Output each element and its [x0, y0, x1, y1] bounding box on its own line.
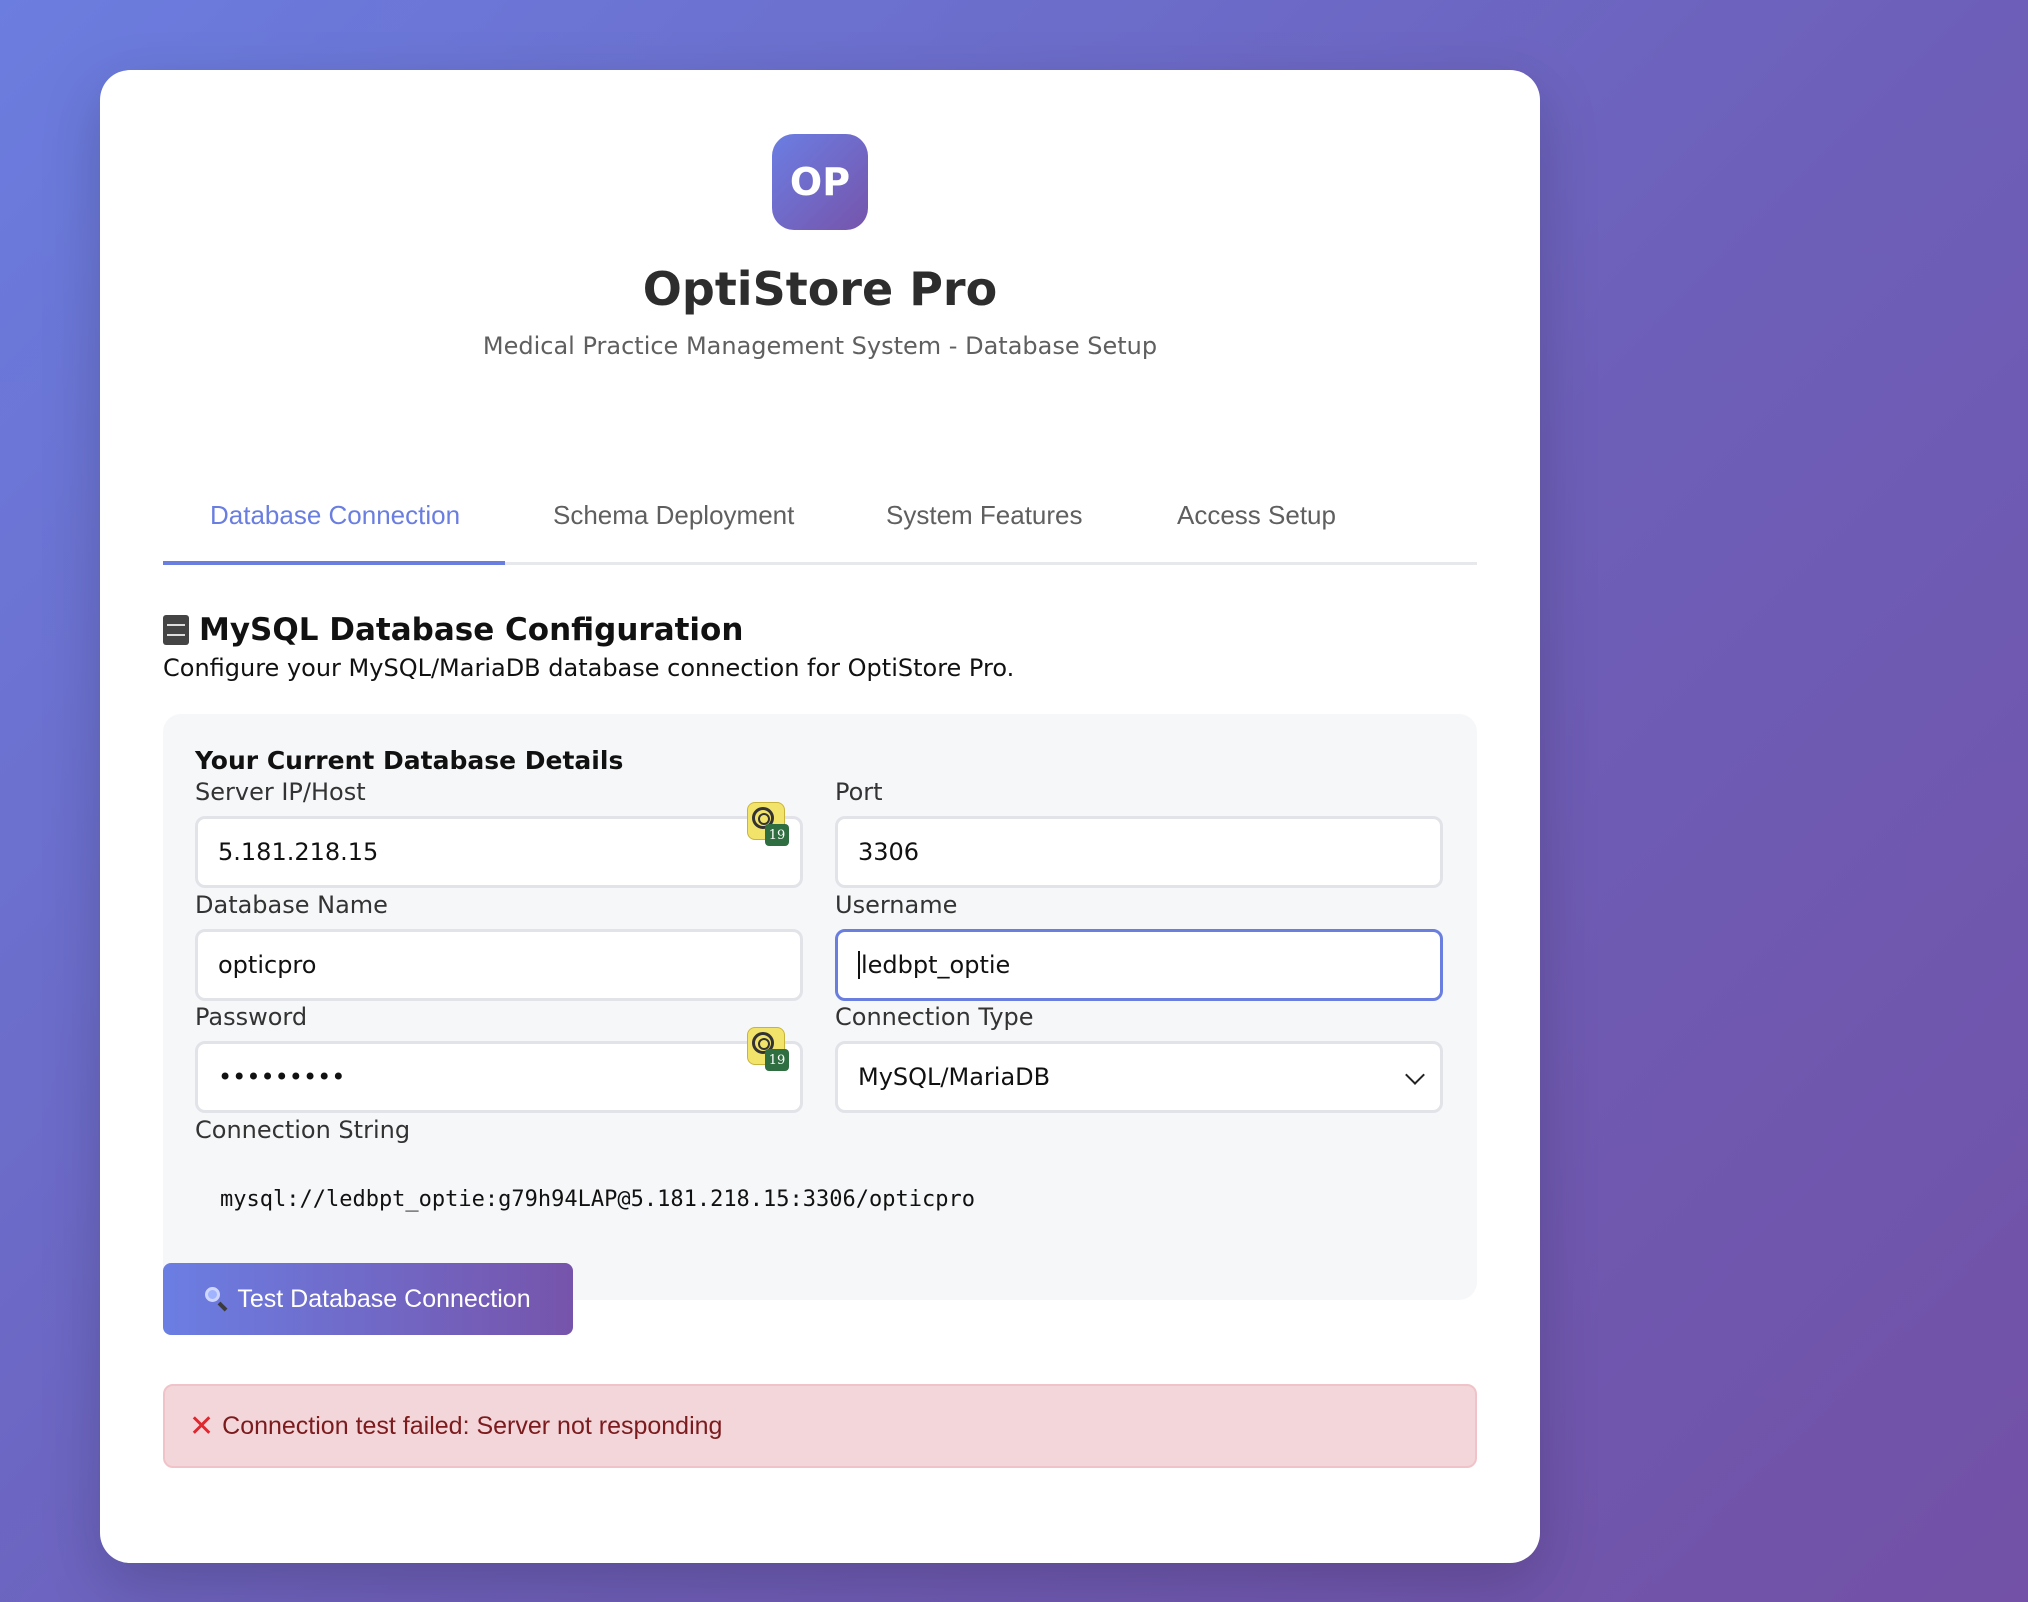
password-input[interactable]: ••••••••• — [195, 1041, 803, 1113]
server-host-value: 5.181.218.15 — [218, 838, 379, 866]
password-manager-count: 19 — [765, 1049, 789, 1071]
server-label: Server IP/Host — [195, 778, 366, 806]
connection-type-select[interactable]: MySQL/MariaDB — [835, 1041, 1443, 1113]
database-name-input[interactable]: opticpro — [195, 929, 803, 1001]
connection-type-value: MySQL/MariaDB — [858, 1063, 1051, 1091]
password-manager-count: 19 — [765, 824, 789, 846]
database-name-label: Database Name — [195, 891, 388, 919]
active-tab-indicator — [163, 561, 505, 565]
username-value: ledbpt_optie — [861, 951, 1011, 979]
username-input[interactable]: ledbpt_optie — [835, 929, 1443, 1001]
app-subtitle: Medical Practice Management System - Dat… — [482, 332, 1158, 360]
connection-string: mysql://ledbpt_optie:g79h94LAP@5.181.218… — [220, 1187, 975, 1212]
password-manager-icon[interactable]: 19 — [747, 1027, 789, 1073]
server-host-input[interactable]: 5.181.218.15 — [195, 816, 803, 888]
file-cabinet-icon — [163, 615, 189, 645]
app-title: OptiStore Pro — [642, 262, 998, 316]
setup-card: OP OptiStore Pro Medical Practice Manage… — [100, 70, 1540, 1563]
port-label: Port — [835, 778, 883, 806]
test-connection-button[interactable]: Test Database Connection — [163, 1263, 573, 1335]
database-name-value: opticpro — [218, 951, 317, 979]
section-description: Configure your MySQL/MariaDB database co… — [163, 654, 1015, 682]
connection-error-alert: ✕ Connection test failed: Server not res… — [163, 1384, 1477, 1468]
tab-schema-deployment[interactable]: Schema Deployment — [553, 500, 794, 531]
connection-type-label: Connection Type — [835, 1003, 1034, 1031]
chevron-down-icon — [1405, 1065, 1425, 1085]
test-connection-label: Test Database Connection — [237, 1284, 531, 1313]
setup-tabs: Database Connection Schema Deployment Sy… — [163, 476, 1477, 565]
username-label: Username — [835, 891, 958, 919]
text-caret — [858, 951, 860, 979]
section-title: MySQL Database Configuration — [199, 612, 744, 648]
port-input[interactable]: 3306 — [835, 816, 1443, 888]
tab-system-features[interactable]: System Features — [886, 500, 1083, 531]
section-heading: MySQL Database Configuration — [163, 612, 743, 648]
password-label: Password — [195, 1003, 308, 1031]
panel-title: Your Current Database Details — [195, 746, 624, 775]
password-value: ••••••••• — [218, 1063, 346, 1091]
tab-database-connection[interactable]: Database Connection — [210, 500, 460, 531]
password-manager-icon[interactable]: 19 — [747, 802, 789, 848]
port-value: 3306 — [858, 838, 920, 866]
tab-access-setup[interactable]: Access Setup — [1177, 500, 1336, 531]
magnifier-icon — [205, 1287, 229, 1311]
database-details-panel: Your Current Database Details Server IP/… — [163, 714, 1477, 1300]
x-icon: ✕ — [189, 1408, 215, 1444]
alert-message: Connection test failed: Server not respo… — [222, 1411, 723, 1440]
connection-string-label: Connection String — [195, 1116, 411, 1144]
app-logo: OP — [772, 134, 868, 230]
